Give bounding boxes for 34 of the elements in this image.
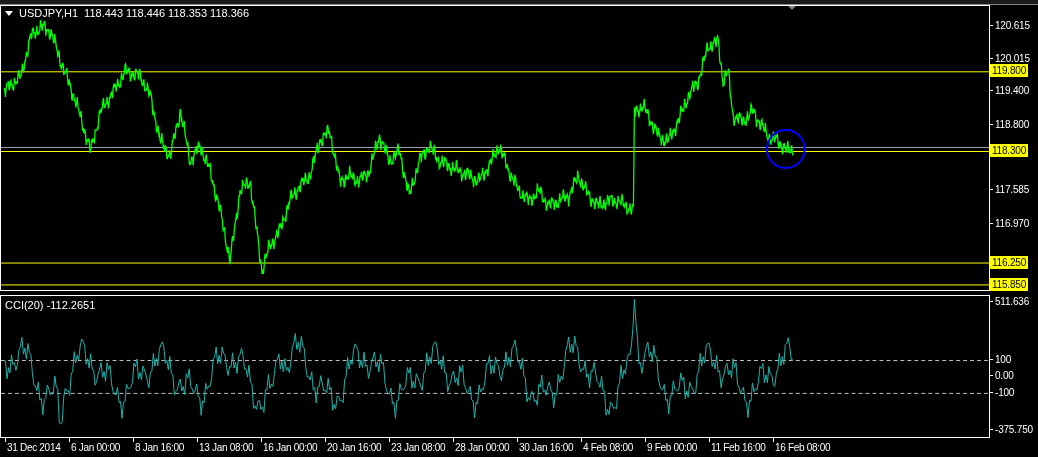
price-axis-label: 120.615 (995, 19, 1030, 32)
price-axis-label: 119.400 (995, 84, 1029, 97)
time-axis-label: 4 Feb 08:00 (583, 442, 634, 453)
indicator-axis-label: -100 (995, 386, 1015, 399)
price-axis-label: 117.585 (995, 183, 1029, 196)
price-axis-label: 118.800 (995, 118, 1029, 131)
level-price-label: 116.250 (990, 256, 1028, 269)
price-axis-label: 120.015 (995, 52, 1030, 65)
time-axis-label: 23 Jan 08:00 (391, 442, 446, 453)
time-axis-label: 11 Feb 16:00 (711, 442, 766, 453)
time-axis-label: 31 Dec 2014 (7, 442, 61, 453)
level-price-label: 119.800 (990, 64, 1028, 77)
symbol-timeframe: USDJPY,H1 (19, 7, 79, 19)
circle-marker (765, 129, 806, 169)
level-price-label: 118.300 (990, 144, 1028, 157)
time-axis-label: 13 Jan 08:00 (199, 442, 254, 453)
indicator-title: CCI(20) -112.2651 (5, 299, 96, 311)
indicator-axis-label: -375.750 (995, 423, 1033, 436)
price-axis-label: 116.970 (995, 217, 1029, 230)
chart-shift-triangle-icon[interactable] (787, 6, 797, 10)
indicator-axis-label: 100 (995, 353, 1012, 366)
time-axis-label: 20 Jan 16:00 (327, 442, 382, 453)
indicator-axis-label: 511.636 (995, 295, 1029, 308)
indicator-axis-label: 0.00 (995, 369, 1014, 382)
time-axis-label: 16 Jan 00:00 (263, 442, 318, 453)
time-axis-label: 9 Feb 00:00 (647, 442, 698, 453)
time-axis-label: 16 Feb 08:00 (775, 442, 831, 453)
ohlc-values: 118.443 118.446 118.353 118.366 (84, 7, 250, 19)
time-axis-label: 30 Jan 16:00 (519, 442, 574, 453)
level-price-label: 115.850 (990, 278, 1028, 291)
time-axis-label: 6 Jan 00:00 (71, 442, 120, 453)
time-axis-label: 8 Jan 16:00 (135, 442, 184, 453)
dropdown-triangle-icon[interactable] (5, 10, 13, 16)
time-axis-label: 28 Jan 00:00 (455, 442, 510, 453)
